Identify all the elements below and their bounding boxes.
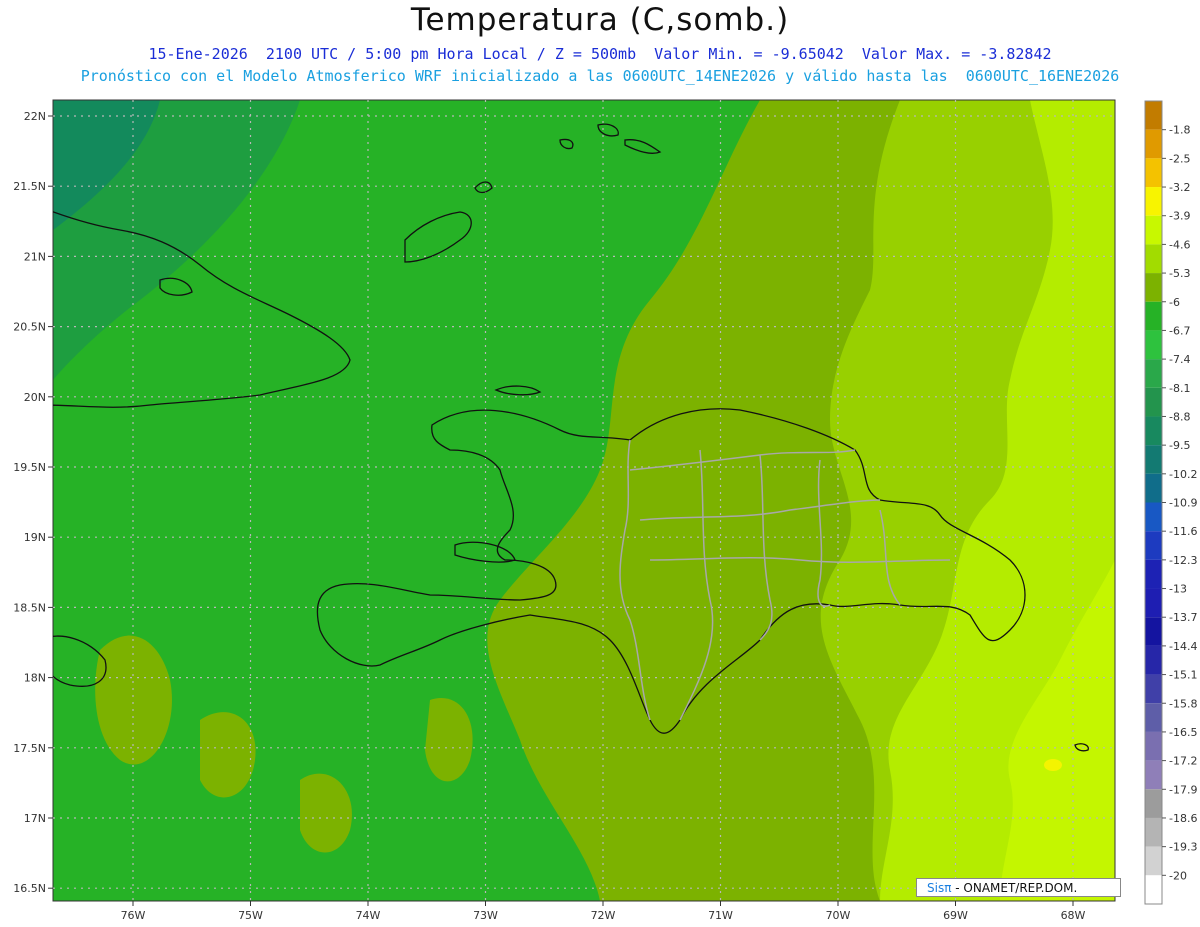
colorbar-label: -16.5 [1169, 726, 1197, 739]
colorbar-label: -18.6 [1169, 812, 1197, 825]
colorbar-swatch [1145, 416, 1162, 446]
colorbar-label: -2.5 [1169, 152, 1190, 165]
colorbar-swatch [1145, 445, 1162, 474]
colorbar-swatch [1145, 273, 1162, 302]
sispi-logo: Sisπ [927, 881, 952, 895]
lat-label: 17N [24, 812, 46, 825]
colorbar-swatch [1145, 617, 1162, 646]
lat-label: 18.5N [13, 601, 46, 614]
lon-label: 73W [473, 909, 498, 922]
colorbar-label: -5.3 [1169, 267, 1190, 280]
lat-label: 16.5N [13, 882, 46, 895]
colorbar-label: -7.4 [1169, 353, 1190, 366]
lon-label: 72W [591, 909, 616, 922]
colorbar-swatch [1145, 588, 1162, 618]
colorbar-label: -8.8 [1169, 410, 1190, 423]
colorbar-label: -13.7 [1169, 611, 1197, 624]
colorbar-swatch [1145, 473, 1162, 503]
colorbar-label: -11.6 [1169, 525, 1197, 538]
lat-label: 21N [24, 250, 46, 263]
colorbar-label: -6 [1169, 296, 1180, 309]
lat-label: 19.5N [13, 461, 46, 474]
credit-text: - ONAMET/REP.DOM. [951, 881, 1078, 895]
colorbar-label: -1.8 [1169, 124, 1190, 137]
colorbar-label: -8.1 [1169, 382, 1190, 395]
colorbar-label: -3.9 [1169, 210, 1190, 223]
colorbar-label: -19.3 [1169, 841, 1197, 854]
colorbar-swatch [1145, 215, 1162, 245]
colorbar-swatch [1145, 731, 1162, 761]
colorbar-label: -13 [1169, 583, 1187, 596]
lon-label: 68W [1061, 909, 1086, 922]
colorbar-swatch [1145, 187, 1162, 216]
colorbar-label: -15.8 [1169, 697, 1197, 710]
lon-label: 69W [943, 909, 968, 922]
lat-label: 20N [24, 391, 46, 404]
colorbar-swatch [1145, 703, 1162, 732]
colorbar-swatch [1145, 559, 1162, 589]
colorbar-swatch [1145, 502, 1162, 532]
colorbar-swatch [1145, 817, 1162, 847]
colorbar-swatch [1145, 875, 1162, 904]
colorbar-swatch [1145, 330, 1162, 360]
colorbar-swatch [1145, 359, 1162, 388]
colorbar-swatch [1145, 129, 1162, 159]
colorbar-label: -10.2 [1169, 468, 1197, 481]
colorbar-label: -15.1 [1169, 669, 1197, 682]
lon-label: 71W [708, 909, 733, 922]
colorbar-swatch [1145, 387, 1162, 417]
lon-label: 75W [238, 909, 263, 922]
map-figure: 22N 21.5N 21N 20.5N 20N 19.5N 19N 18.5N 18N 17.5N… [13, 99, 1197, 922]
colorbar-swatch [1145, 846, 1162, 876]
latitude-labels: 22N 21.5N 21N 20.5N 20N 19.5N 19N 18.5N 18N 17.5N… [13, 110, 53, 895]
longitude-labels: 76W 75W 74W 73W 72W 71W 70W 69W 68W [121, 901, 1086, 922]
colorbar-swatch [1145, 531, 1162, 560]
colorbar-swatch [1145, 101, 1162, 130]
colorbar-swatch [1145, 760, 1162, 790]
colorbar-swatch [1145, 789, 1162, 818]
colorbar-swatch [1145, 645, 1162, 675]
lat-label: 18N [24, 672, 46, 685]
colorbar-label: -3.2 [1169, 181, 1190, 194]
colorbar-label: -10.9 [1169, 497, 1197, 510]
colorbar-label: -12.3 [1169, 554, 1197, 567]
colorbar-label: -4.6 [1169, 238, 1190, 251]
colorbar-swatch [1145, 674, 1162, 704]
lat-label: 21.5N [13, 180, 46, 193]
lat-label: 19N [24, 531, 46, 544]
colorbar: -1.8 -2.5 -3.2 -3.9 -4.6 -5.3 -6 -6.7 -7.4 -8.1 -8… [1144, 100, 1197, 905]
colorbar-label: -6.7 [1169, 324, 1190, 337]
colorbar-swatch [1145, 244, 1162, 274]
lon-label: 74W [356, 909, 381, 922]
colorbar-label: -20 [1169, 869, 1187, 882]
colorbar-swatch [1145, 301, 1162, 331]
lon-label: 76W [121, 909, 146, 922]
lat-label: 17.5N [13, 742, 46, 755]
lat-label: 20.5N [13, 321, 46, 334]
colorbar-label: -17.2 [1169, 755, 1197, 768]
colorbar-swatch [1145, 158, 1162, 188]
lon-label: 70W [826, 909, 851, 922]
credit-box: Sisπ - ONAMET/REP.DOM. [916, 878, 1121, 897]
colorbar-label: -14.4 [1169, 640, 1197, 653]
colorbar-label: -17.9 [1169, 783, 1197, 796]
lat-label: 22N [24, 110, 46, 123]
colorbar-label: -9.5 [1169, 439, 1190, 452]
